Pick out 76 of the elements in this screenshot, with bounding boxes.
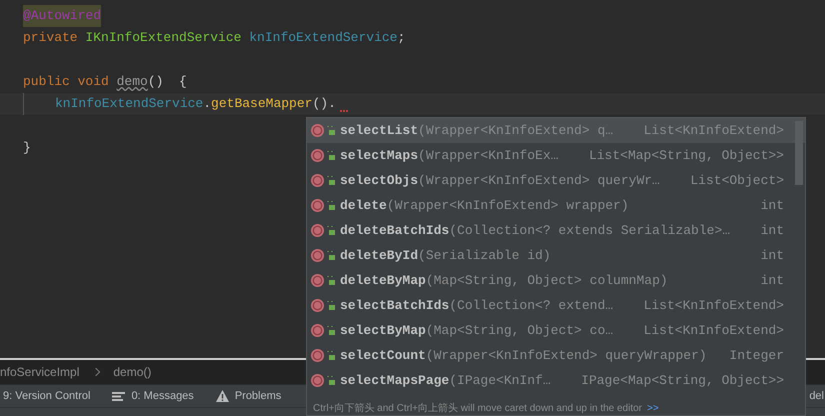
return-type: List<KnInfoExtend> [644, 123, 784, 138]
keyword-text: public void [23, 73, 110, 91]
lock-icon [327, 251, 335, 260]
method-icon [311, 349, 324, 362]
return-type: List<KnInfoExtend> [644, 298, 784, 313]
method-signature: selectList(Wrapper<KnInfoExtend> q… [340, 123, 614, 138]
annotation-text: @Autowired [23, 5, 102, 27]
method-signature: deleteBatchIds(Collection<? extends Serializable>… [340, 223, 732, 238]
code-text: . [203, 95, 212, 113]
tool-window-button[interactable]: 9: Version Control [3, 390, 90, 402]
completion-item[interactable]: deleteBatchIds(Collection<? extends Serializable>… int [307, 218, 805, 243]
code-text: (). [312, 95, 336, 113]
method-icon [311, 324, 324, 337]
completion-item[interactable]: selectMaps(Wrapper<KnInfoEx… List<Map<String, Object>> [307, 143, 805, 168]
lock-icon [327, 301, 335, 310]
completion-item[interactable]: selectList(Wrapper<KnInfoExtend> q… List<KnInfoExtend> [307, 118, 805, 143]
method-icon [311, 174, 324, 187]
method-icon [311, 224, 324, 237]
method-icon [311, 274, 324, 287]
keyword-text: private [23, 29, 79, 47]
method-signature: selectByMap(Map<String, Object> co… [340, 323, 614, 338]
return-type: int [760, 248, 784, 263]
code-text: } [23, 139, 31, 157]
completion-item[interactable]: delete(Wrapper<KnInfoExtend> wrapper) int [307, 193, 805, 218]
return-type: int [760, 198, 784, 213]
return-type: List<KnInfoExtend> [644, 323, 784, 338]
return-type: int [760, 273, 784, 288]
field-name: knInfoExtendService [249, 29, 398, 47]
return-type: List<Map<String, Object>> [588, 148, 784, 163]
return-type: int [760, 223, 784, 238]
method-signature: selectObjs(Wrapper<KnInfoExtend> queryWr… [340, 173, 661, 188]
messages-icon [112, 392, 126, 400]
method-name: demo [116, 73, 148, 91]
lock-icon [327, 376, 335, 385]
completion-item[interactable]: selectMapsPage(IPage<KnInf… IPage<Map<String, Object>> [307, 368, 805, 393]
lock-icon [327, 276, 335, 285]
completion-item[interactable]: deleteById(Serializable id) int [307, 243, 805, 268]
completion-item[interactable]: selectByMap(Map<String, Object> co… List<KnInfoExtend> [307, 318, 805, 343]
tool-window-button[interactable]: Problems [216, 390, 282, 402]
completion-item[interactable]: selectBatchIds(Collection<? extend… List<KnInfoExtend> [307, 293, 805, 318]
breadcrumb-item[interactable]: demo() [113, 365, 152, 379]
method-name: getBaseMapper [211, 95, 312, 113]
method-signature: selectMaps(Wrapper<KnInfoEx… [340, 148, 560, 163]
method-signature: deleteByMap(Map<String, Object> columnMap) [340, 273, 669, 288]
hint-text: Ctrl+向下箭头 and Ctrl+向上箭头 will move caret down and up in the editor [313, 403, 642, 415]
more-link[interactable]: >> [647, 403, 659, 415]
return-type: IPage<Map<String, Object>> [581, 373, 784, 388]
method-icon [311, 299, 324, 312]
status-text: del [809, 390, 825, 402]
lock-icon [327, 226, 335, 235]
lock-icon [327, 201, 335, 210]
method-signature: deleteById(Serializable id) [340, 248, 552, 263]
breadcrumb-item[interactable]: nfoServiceImpl [0, 365, 80, 379]
scrollbar-thumb[interactable] [795, 121, 803, 185]
code-text: ; [397, 29, 406, 47]
lock-icon [327, 326, 335, 335]
code-text: () { [148, 73, 187, 91]
completion-item[interactable]: deleteByMap(Map<String, Object> columnMap) int [307, 268, 805, 293]
method-signature: selectMapsPage(IPage<KnInf… [340, 373, 552, 388]
method-icon [311, 124, 324, 137]
method-signature: delete(Wrapper<KnInfoExtend> wrapper) [340, 198, 630, 213]
lock-icon [327, 126, 335, 135]
method-icon [311, 249, 324, 262]
lock-icon [327, 351, 335, 360]
field-name: knInfoExtendService [55, 95, 204, 113]
lock-icon [327, 176, 335, 185]
warning-icon [216, 390, 229, 402]
method-signature: selectBatchIds(Collection<? extend… [340, 298, 614, 313]
method-icon [311, 374, 324, 387]
lock-icon [327, 151, 335, 160]
type-name: IKnInfoExtendService [85, 29, 242, 47]
tool-window-button[interactable]: 0: Messages [112, 390, 194, 402]
completion-item[interactable]: selectObjs(Wrapper<KnInfoExtend> queryWr… List<Object> [307, 168, 805, 193]
return-type: List<Object> [690, 173, 784, 188]
method-icon [311, 199, 324, 212]
method-icon [311, 149, 324, 162]
